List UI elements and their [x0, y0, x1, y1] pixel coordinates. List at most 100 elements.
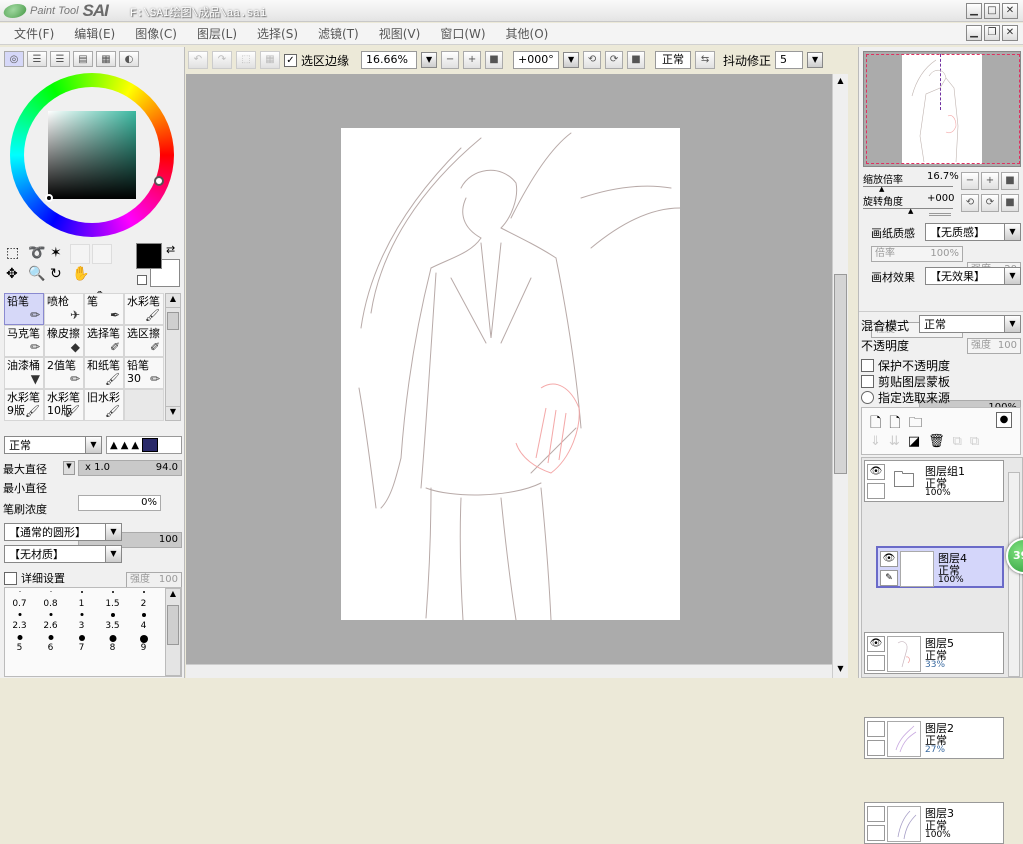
size-preset[interactable]: 0.8: [35, 588, 66, 610]
maximize-icon[interactable]: □: [984, 3, 1000, 19]
protect-opacity-checkbox[interactable]: [861, 359, 874, 372]
hsv-slider-mode-icon[interactable]: ☰: [50, 51, 70, 67]
canvas-vertical-scrollbar[interactable]: ▲ ▼: [832, 74, 848, 678]
magic-wand-icon[interactable]: ✶: [50, 245, 72, 266]
brush-texture-select[interactable]: 【无材质】 ▼: [4, 545, 122, 563]
visibility-eye-icon[interactable]: [867, 806, 885, 822]
size-preset[interactable]: 2.3: [4, 610, 35, 632]
size-preset[interactable]: 2: [128, 588, 159, 610]
layer-item-layer4[interactable]: 👁 ✎ 图层4 正常 100%: [876, 546, 1004, 588]
brush-shape-select[interactable]: 【通常的圆形】 ▼: [4, 523, 122, 541]
size-preset[interactable]: 9: [128, 632, 159, 654]
brush-watercolor[interactable]: 水彩笔 🖌: [124, 293, 164, 325]
rotation-dropdown-icon[interactable]: ▼: [563, 52, 580, 68]
color-sv-square[interactable]: [48, 111, 136, 199]
brush-watercolor9[interactable]: 水彩笔9版 🖌: [4, 389, 44, 421]
layer-item-layer5[interactable]: 👁 图层5 正常 33%: [864, 632, 1004, 674]
brush-tip-selector[interactable]: ▲ ▲ ▲: [106, 436, 182, 454]
minimize-icon[interactable]: ▁: [966, 3, 982, 19]
doc-restore-icon[interactable]: ❐: [984, 25, 1000, 41]
nav-zoom-out-icon[interactable]: −: [961, 172, 979, 190]
flatten-icon[interactable]: ⧉: [970, 434, 979, 449]
nav-zoom-slider[interactable]: ▲: [863, 183, 953, 193]
vscroll-thumb[interactable]: [834, 274, 847, 474]
merge-down-icon[interactable]: ⇊: [889, 434, 900, 449]
move-icon[interactable]: ✥: [6, 266, 28, 287]
size-preset[interactable]: 7: [66, 632, 97, 654]
new-layer-icon[interactable]: 🗋: [870, 412, 881, 436]
nav-rotate-left-icon[interactable]: ⟲: [961, 194, 979, 212]
zoom-in-icon[interactable]: +: [463, 51, 482, 69]
clear-layer-icon[interactable]: ◪: [908, 434, 920, 449]
doc-close-icon[interactable]: ✕: [1002, 25, 1018, 41]
brush-marker[interactable]: 马克笔 ✏: [4, 325, 44, 357]
size-preset[interactable]: 1.5: [97, 588, 128, 610]
size-preset[interactable]: 3: [66, 610, 97, 632]
layer-item-group1[interactable]: 👁 🗀 图层组1 正常 100%: [864, 460, 1004, 502]
brush-select-eraser[interactable]: 选区擦 ✐: [124, 325, 164, 357]
zoom-reset-icon[interactable]: ■: [485, 51, 504, 69]
brush-binary-pen[interactable]: 2值笔 ✏: [44, 357, 84, 389]
max-diameter-slider[interactable]: x 1.0 94.0: [78, 460, 182, 476]
rotation-field[interactable]: +000°: [513, 51, 560, 69]
brush-select-pen[interactable]: 选择笔 ✐: [84, 325, 124, 357]
size-preset[interactable]: 8: [97, 632, 128, 654]
rect-select-icon[interactable]: ⬚: [6, 245, 28, 266]
selection-source-radio[interactable]: [861, 391, 874, 404]
paper-scale-slider[interactable]: 倍率 100%: [871, 246, 963, 262]
size-preset[interactable]: 2.6: [35, 610, 66, 632]
size-preset[interactable]: 1: [66, 588, 97, 610]
zoom-field[interactable]: 16.66%: [361, 51, 418, 69]
layer-lock-icon[interactable]: [867, 655, 885, 671]
shape-strength-slider[interactable]: 强度 100: [126, 572, 182, 588]
nav-rotate-right-icon[interactable]: ⟳: [981, 194, 999, 212]
brush-eraser[interactable]: 橡皮擦 ◆: [44, 325, 84, 357]
size-preset-scrollbar[interactable]: ▲: [165, 588, 181, 676]
menu-other[interactable]: 其他(O): [506, 25, 549, 42]
size-preset[interactable]: 6: [35, 632, 66, 654]
diameter-dropdown-icon[interactable]: ▼: [63, 461, 75, 475]
selection-source-option[interactable]: 指定选取来源: [861, 389, 950, 406]
flip-icon[interactable]: ⇆: [695, 51, 716, 69]
nav-rotate-slider[interactable]: ▲: [863, 205, 953, 215]
stabilizer-field[interactable]: 5: [775, 51, 804, 69]
selection-edge-checkbox[interactable]: ✓: [284, 53, 297, 67]
delete-layer-icon[interactable]: 🗑: [928, 434, 945, 449]
palette-mode-icon[interactable]: ▦: [96, 51, 116, 67]
rotate-tool-icon[interactable]: ↻: [50, 266, 72, 287]
new-folder-icon[interactable]: 🗀: [909, 412, 923, 436]
brush-bucket[interactable]: 油漆桶 ▼: [4, 357, 44, 389]
undo-icon[interactable]: ↶: [188, 51, 208, 69]
size-preset[interactable]: 4: [128, 610, 159, 632]
brush-pencil[interactable]: 铅笔 ✏: [4, 293, 44, 325]
zoom-dropdown-icon[interactable]: ▼: [421, 52, 438, 68]
visibility-eye-icon[interactable]: 👁: [867, 636, 885, 652]
view-mode-field[interactable]: 正常: [655, 51, 692, 69]
color-wheel[interactable]: [10, 73, 174, 237]
canvas-area[interactable]: [186, 74, 832, 664]
transparent-color-icon[interactable]: [137, 275, 147, 285]
clipping-mask-checkbox[interactable]: [861, 375, 874, 388]
paper-texture-select[interactable]: 【无质感】 ▼: [925, 223, 1021, 241]
scratchpad-mode-icon[interactable]: ◐: [119, 51, 139, 67]
brush-pencil30[interactable]: 铅笔30 ✏: [124, 357, 164, 389]
rotate-right-icon[interactable]: ⟳: [605, 51, 624, 69]
nav-zoom-reset-icon[interactable]: ■: [1001, 172, 1019, 190]
layer-lock-icon[interactable]: [867, 740, 885, 756]
visibility-eye-icon[interactable]: [867, 721, 885, 737]
redo-icon[interactable]: ↷: [212, 51, 232, 69]
protect-opacity-option[interactable]: 保护不透明度: [861, 357, 950, 374]
layer-blend-select[interactable]: 正常 ▼: [919, 315, 1021, 333]
layer-mask-icon[interactable]: ●: [996, 412, 1012, 428]
layer-lock-icon[interactable]: [867, 825, 885, 841]
primary-color-swatch[interactable]: [136, 243, 162, 269]
new-linework-layer-icon[interactable]: 🗋: [889, 412, 900, 436]
zoom-out-icon[interactable]: −: [441, 51, 460, 69]
brush-scrollbar[interactable]: ▲ ▼: [165, 293, 181, 421]
rgb-slider-mode-icon[interactable]: ☰: [27, 51, 47, 67]
brush-pen[interactable]: 笔 ✒: [84, 293, 124, 325]
menu-image[interactable]: 图像(C): [135, 25, 177, 42]
menu-file[interactable]: 文件(F): [14, 25, 54, 42]
rotation-reset-icon[interactable]: ■: [627, 51, 646, 69]
menu-window[interactable]: 窗口(W): [440, 25, 485, 42]
